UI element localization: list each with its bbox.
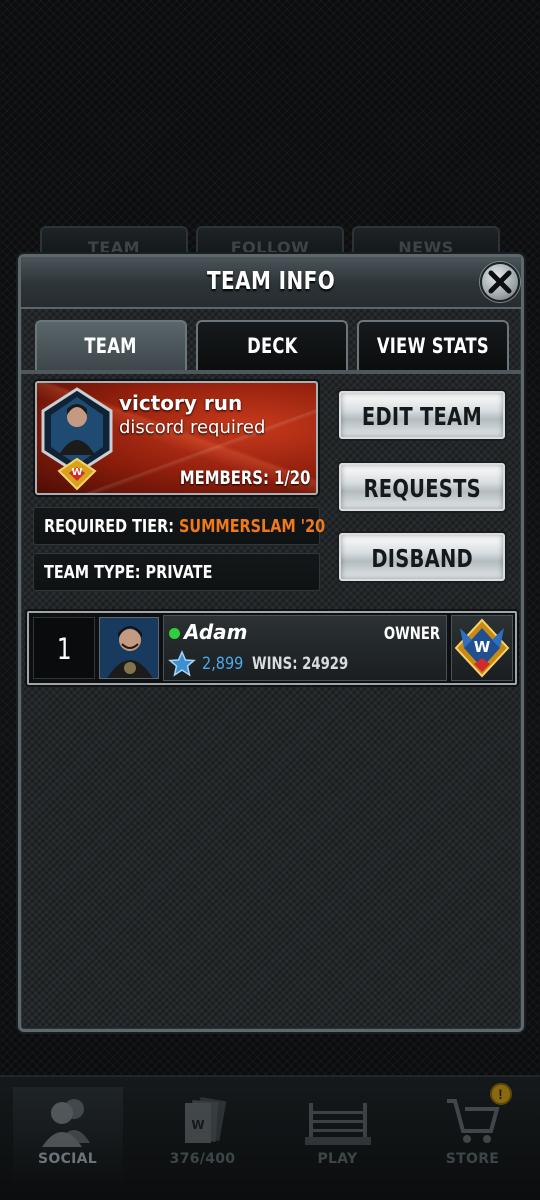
team-type-row: TEAM TYPE: PRIVATE [33, 553, 320, 591]
disband-label: DISBAND [371, 544, 473, 573]
svg-text:W: W [71, 467, 82, 478]
tab-divider [21, 370, 521, 374]
cards-icon: W [184, 1097, 226, 1143]
member-rank: 1 [56, 632, 72, 666]
bottom-nav: SOCIAL W 376/400 PLAY ! STORE [0, 1075, 540, 1200]
disband-button[interactable]: DISBAND [339, 533, 505, 581]
edit-team-button[interactable]: EDIT TEAM [339, 391, 505, 439]
nav-label-cards: 376/400 [169, 1151, 236, 1167]
svg-text:W: W [191, 1118, 204, 1132]
social-icon [41, 1099, 90, 1147]
member-tier-badge: W [451, 615, 513, 681]
ring-icon [304, 1103, 371, 1145]
member-wins: WINS: 24929 [252, 654, 349, 674]
star-rating-icon [168, 650, 196, 677]
wrestler-avatar-icon [100, 618, 158, 678]
nav-item-cards[interactable]: W 376/400 [148, 1087, 258, 1187]
nav-label-store: STORE [445, 1151, 500, 1167]
modal-header: TEAM INFO [21, 257, 521, 309]
member-rank-box: 1 [33, 617, 95, 679]
member-name: Adam [184, 620, 248, 644]
close-icon [488, 270, 512, 294]
team-emblem-icon: W [41, 387, 113, 491]
tab-view-stats[interactable]: VIEW STATS [357, 320, 509, 370]
team-description: discord required [119, 417, 266, 438]
edit-team-label: EDIT TEAM [361, 402, 483, 431]
team-type-text: TEAM TYPE: PRIVATE [44, 562, 213, 583]
nav-label-play: PLAY [317, 1151, 358, 1167]
nav-item-social[interactable]: SOCIAL [12, 1087, 123, 1187]
tab-deck[interactable]: DECK [196, 320, 348, 370]
team-members-count: MEMBERS: 1/20 [179, 467, 310, 489]
team-name: victory run [119, 391, 243, 415]
close-button[interactable] [480, 262, 520, 302]
requests-label: REQUESTS [363, 474, 481, 503]
member-score: 2,899 [202, 654, 244, 674]
online-status-dot [169, 628, 180, 639]
member-role: OWNER [383, 624, 440, 644]
member-info-panel: Adam OWNER 2,899 WINS: 24929 [163, 615, 447, 681]
requests-button[interactable]: REQUESTS [339, 463, 505, 511]
tab-deck-label: DECK [246, 334, 298, 358]
required-tier-value: SUMMERSLAM '20 [179, 516, 326, 537]
member-avatar [99, 617, 159, 679]
nav-label-social: SOCIAL [37, 1151, 98, 1167]
tier-emblem-icon: W [454, 618, 510, 678]
modal-title: TEAM INFO [206, 266, 336, 295]
tab-team[interactable]: TEAM [35, 320, 187, 372]
required-tier-label: REQUIRED TIER: [44, 516, 174, 537]
tab-view-stats-label: VIEW STATS [376, 334, 490, 358]
team-banner: W victory run discord required MEMBERS: … [35, 381, 318, 495]
nav-item-play[interactable]: PLAY [283, 1087, 393, 1187]
tab-team-label: TEAM [84, 334, 138, 358]
store-alert-badge: ! [489, 1083, 512, 1105]
nav-item-store[interactable]: ! STORE [418, 1083, 528, 1187]
member-row[interactable]: 1 Adam OWNER 2,899 WINS: 24929 W [27, 611, 517, 685]
svg-text:W: W [474, 638, 491, 656]
required-tier-row: REQUIRED TIER: SUMMERSLAM '20 [33, 507, 325, 545]
team-info-modal: TEAM INFO TEAM DECK VIEW STATS W victory… [18, 254, 524, 1032]
